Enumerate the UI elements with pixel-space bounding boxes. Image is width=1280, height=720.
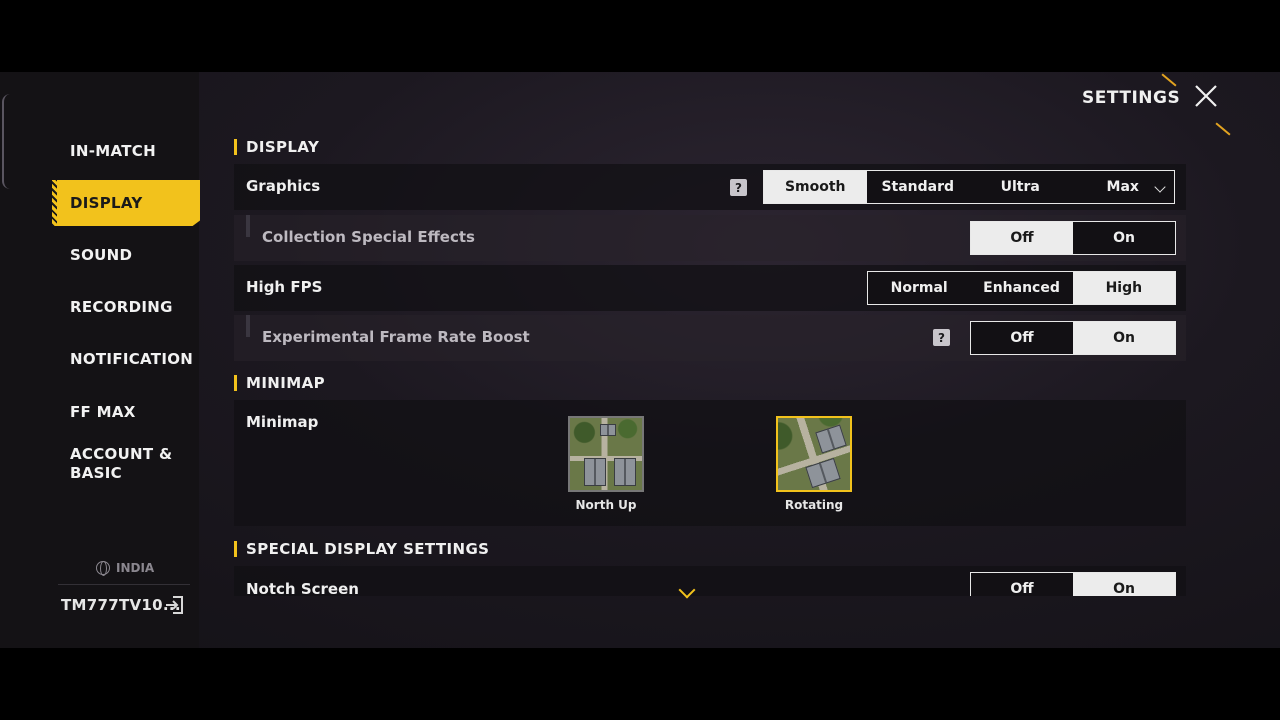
sidebar-item-sound[interactable]: SOUND [52,232,200,278]
notch-screen-row: Notch Screen Off On [234,566,1186,596]
help-icon[interactable]: ? [933,329,950,346]
sidebar-item-recording[interactable]: RECORDING [52,284,200,330]
frame-boost-label: Experimental Frame Rate Boost [262,328,530,346]
sidebar-item-label: ACCOUNT & [70,445,173,463]
notch-screen-on[interactable]: On [1073,573,1175,596]
graphics-option-max[interactable]: Max [1072,171,1175,203]
sidebar-item-ff-max[interactable]: FF MAX [52,389,200,435]
chevron-down-icon [1154,181,1166,193]
minimap-option-north-up[interactable]: North Up [566,416,646,512]
side-arc-decoration [2,94,10,189]
high-fps-row: High FPS Normal Enhanced High [234,265,1186,311]
notch-screen-toggle: Off On [970,572,1176,596]
frame-boost-toggle: Off On [970,321,1176,355]
collection-effects-row: Collection Special Effects Off On [234,215,1186,261]
minimap-thumbnail [568,416,644,492]
graphics-option-max-label: Max [1106,179,1139,195]
graphics-label: Graphics [246,177,321,195]
high-fps-label: High FPS [246,278,323,296]
sidebar-item-account-basic[interactable]: ACCOUNT & BASIC [52,440,200,488]
notch-screen-label: Notch Screen [246,580,359,596]
minimap-option-rotating[interactable]: Rotating [774,416,854,512]
minimap-label: Minimap [246,413,319,431]
region-label: INDIA [116,561,155,575]
frame-boost-row: Experimental Frame Rate Boost ? Off On [234,315,1186,361]
high-fps-option-normal[interactable]: Normal [868,272,970,304]
high-fps-option-enhanced[interactable]: Enhanced [970,272,1072,304]
page-title: SETTINGS [1082,88,1181,108]
collection-effects-off[interactable]: Off [971,222,1073,254]
sidebar: IN-MATCH DISPLAY SOUND RECORDING NOTIFIC… [0,72,200,648]
frame-boost-on[interactable]: On [1073,322,1175,354]
sidebar-divider [58,584,190,585]
sidebar-item-in-match[interactable]: IN-MATCH [52,128,200,174]
region-indicator: INDIA [96,561,155,576]
frame-boost-off[interactable]: Off [971,322,1073,354]
logout-icon[interactable] [164,594,186,616]
minimap-option-label: North Up [575,498,637,512]
globe-icon [96,561,110,576]
corner-decoration [1161,73,1177,87]
settings-screen: IN-MATCH DISPLAY SOUND RECORDING NOTIFIC… [0,72,1280,648]
sidebar-item-display[interactable]: DISPLAY [52,180,200,226]
high-fps-option-high[interactable]: High [1072,272,1175,304]
section-title-display: DISPLAY [234,138,319,156]
high-fps-selector: Normal Enhanced High [867,271,1176,305]
notch-screen-off[interactable]: Off [971,573,1073,596]
collection-effects-on[interactable]: On [1073,222,1175,254]
collection-effects-label: Collection Special Effects [262,228,475,246]
graphics-option-standard[interactable]: Standard [867,171,970,203]
close-icon[interactable] [1184,76,1230,120]
help-icon[interactable]: ? [730,179,747,196]
section-title-minimap: MINIMAP [234,374,325,392]
graphics-selector: Smooth Standard Ultra Max [763,170,1175,204]
minimap-row: Minimap North Up Rotating [234,400,1186,526]
graphics-option-ultra[interactable]: Ultra [969,171,1072,203]
sidebar-item-notification[interactable]: NOTIFICATION [52,336,200,382]
corner-decoration [1215,122,1231,136]
minimap-thumbnail [776,416,852,492]
sidebar-item-label: BASIC [70,464,122,482]
collection-effects-toggle: Off On [970,221,1176,255]
minimap-option-label: Rotating [784,498,844,512]
graphics-row: Graphics ? Smooth Standard Ultra Max [234,164,1186,210]
graphics-option-smooth[interactable]: Smooth [764,171,867,203]
user-id: TM777TV10... [61,596,181,614]
section-title-special-display: SPECIAL DISPLAY SETTINGS [234,540,489,558]
